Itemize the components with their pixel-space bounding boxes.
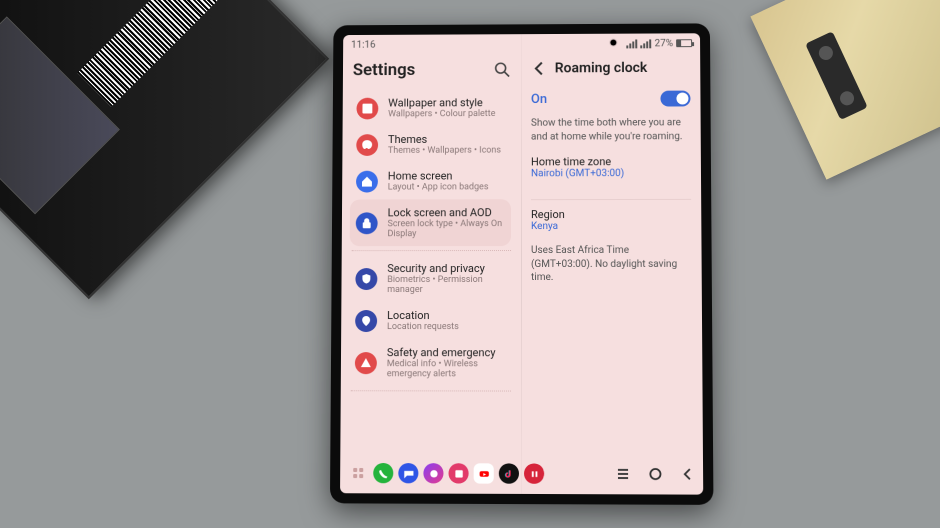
location-icon xyxy=(355,310,377,332)
status-time: 11:16 xyxy=(351,39,376,50)
shield-icon xyxy=(355,268,377,290)
settings-item-label: Security and privacy xyxy=(387,262,507,275)
back-icon[interactable] xyxy=(531,60,549,78)
region-value: Kenya xyxy=(531,221,691,232)
apps-drawer-icon[interactable] xyxy=(348,463,368,483)
home-tz-value: Nairobi (GMT+03:00) xyxy=(531,168,691,179)
phone-app-icon[interactable] xyxy=(373,463,393,483)
settings-item-sub: Layout • App icon badges xyxy=(388,182,489,192)
gallery-app-icon[interactable] xyxy=(448,463,468,483)
settings-item-safety[interactable]: Safety and emergency Medical info • Wire… xyxy=(351,339,511,386)
region-note: Uses East Africa Time (GMT+03:00). No da… xyxy=(531,244,692,285)
detail-description: Show the time both where you are and at … xyxy=(531,116,691,143)
settings-item-security[interactable]: Security and privacy Biometrics • Permis… xyxy=(351,255,511,302)
settings-item-label: Safety and emergency xyxy=(387,346,507,359)
detail-pane: Roaming clock On Show the time both wher… xyxy=(521,53,703,458)
tiktok-app-icon[interactable] xyxy=(499,463,519,483)
settings-item-label: Home screen xyxy=(388,169,489,182)
wood-hinge xyxy=(805,31,868,120)
settings-item-lockscreen[interactable]: Lock screen and AOD Screen lock type • A… xyxy=(350,199,511,246)
toggle-label: On xyxy=(531,92,547,107)
themes-icon xyxy=(356,134,378,156)
region-label: Region xyxy=(531,208,691,221)
settings-item-sub: Medical info • Wireless emergency alerts xyxy=(387,359,507,379)
search-icon[interactable] xyxy=(493,61,511,79)
screen: 11:16 27% Settings xyxy=(340,33,703,494)
lock-icon xyxy=(356,212,378,234)
youtube-app-icon[interactable] xyxy=(474,463,494,483)
browser-app-icon[interactable] xyxy=(423,463,443,483)
product-box: Galaxy Z Fold6 xyxy=(0,0,329,299)
wallpaper-icon xyxy=(356,97,378,119)
settings-item-label: Themes xyxy=(388,133,501,146)
settings-item-sub: Screen lock type • Always On Display xyxy=(387,219,507,239)
signal-icon-2 xyxy=(641,39,652,48)
settings-title: Settings xyxy=(353,60,416,80)
home-icon xyxy=(356,170,378,192)
settings-item-sub: Wallpapers • Colour palette xyxy=(388,109,495,119)
detail-title: Roaming clock xyxy=(555,60,648,76)
settings-item-sub: Biometrics • Permission manager xyxy=(387,275,507,295)
settings-item-home[interactable]: Home screen Layout • App icon badges xyxy=(352,162,511,199)
product-photo xyxy=(0,16,120,214)
settings-item-label: Location xyxy=(387,309,459,322)
toggle-switch[interactable] xyxy=(660,91,690,107)
nav-recents[interactable] xyxy=(616,467,630,481)
settings-item-themes[interactable]: Themes Themes • Wallpapers • Icons xyxy=(352,126,511,163)
settings-item-label: Lock screen and AOD xyxy=(388,206,507,219)
settings-item-wallpaper[interactable]: Wallpaper and style Wallpapers • Colour … xyxy=(352,89,511,126)
region-row[interactable]: Region Kenya xyxy=(531,208,691,232)
battery-icon xyxy=(676,39,692,47)
front-camera xyxy=(610,40,616,46)
messages-app-icon[interactable] xyxy=(398,463,418,483)
toggle-row[interactable]: On xyxy=(531,91,691,107)
divider xyxy=(352,250,511,251)
settings-item-location[interactable]: Location Location requests xyxy=(351,302,511,339)
divider xyxy=(531,199,691,200)
safety-icon xyxy=(355,352,377,374)
home-timezone-row[interactable]: Home time zone Nairobi (GMT+03:00) xyxy=(531,155,691,179)
settings-item-sub: Location requests xyxy=(387,322,459,332)
home-tz-label: Home time zone xyxy=(531,155,691,168)
nav-back[interactable] xyxy=(681,467,695,481)
divider xyxy=(351,390,511,391)
wood-block xyxy=(750,0,940,180)
product-barcode xyxy=(77,0,231,107)
music-app-icon[interactable] xyxy=(524,463,544,483)
nav-home[interactable] xyxy=(648,467,662,481)
settings-item-sub: Themes • Wallpapers • Icons xyxy=(388,146,501,156)
fold-hinge-line xyxy=(521,34,522,494)
signal-icon xyxy=(627,39,638,48)
phone-device: 11:16 27% Settings xyxy=(330,23,714,505)
settings-item-label: Wallpaper and style xyxy=(388,96,495,109)
settings-pane: Settings Wallpaper and style xyxy=(340,54,521,458)
status-battery-pct: 27% xyxy=(655,38,674,49)
